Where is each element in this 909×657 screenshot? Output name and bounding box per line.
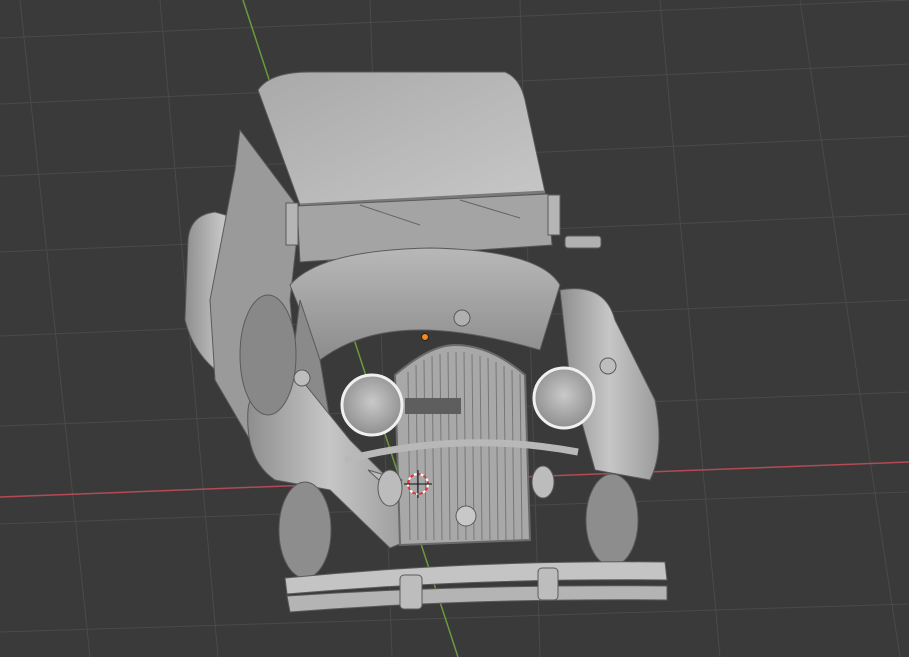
right-headlamp bbox=[532, 366, 596, 430]
hood-ornament bbox=[453, 309, 471, 327]
crank-hole bbox=[455, 505, 477, 527]
spare-wheel bbox=[239, 294, 297, 416]
hood bbox=[289, 247, 561, 361]
roof bbox=[257, 71, 546, 206]
front-right-tire bbox=[585, 473, 639, 567]
side-mirror bbox=[564, 235, 602, 249]
car-model[interactable] bbox=[184, 71, 668, 613]
object-origin-marker[interactable] bbox=[421, 333, 429, 341]
3d-viewport[interactable] bbox=[0, 0, 909, 657]
viewport-canvas[interactable] bbox=[0, 0, 909, 657]
front-left-tire bbox=[278, 481, 332, 579]
left-headlamp bbox=[340, 373, 404, 437]
